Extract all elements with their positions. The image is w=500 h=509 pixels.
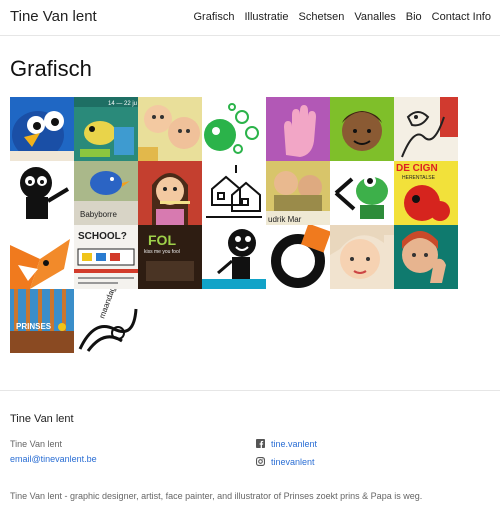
instagram-handle: tinevanlent xyxy=(271,457,315,467)
gallery-tile-boy-face[interactable] xyxy=(330,97,394,161)
facebook-link[interactable]: tine.vanlent xyxy=(256,439,317,449)
gallery-tile-black-figure[interactable] xyxy=(202,225,266,289)
nav-item-contact-info[interactable]: Contact Info xyxy=(432,11,491,23)
gallery-tile-prinses[interactable]: PRINSES xyxy=(10,289,74,353)
tile-text-children: udrik Mar xyxy=(268,215,302,224)
tile-subtext-fol: kiss me you fool xyxy=(144,249,180,255)
nav-item-grafisch[interactable]: Grafisch xyxy=(194,11,235,23)
footer-name: Tine Van lent xyxy=(10,439,63,449)
instagram-link[interactable]: tinevanlent xyxy=(256,457,315,467)
gallery-grid: 14 — 22 ju Babyborre udrik Mar DE CIGN HE… xyxy=(10,97,458,353)
footer-email-link[interactable]: email@tinevanlent.be xyxy=(10,454,97,464)
main-nav: Grafisch Illustratie Schetsen Vanalles Bio Co… xyxy=(184,11,492,23)
gallery-tile-house-drawing[interactable] xyxy=(202,161,266,225)
nav-item-schetsen[interactable]: Schetsen xyxy=(299,11,345,23)
gallery-tile-poster-14-juni[interactable]: 14 — 22 ju xyxy=(74,97,138,161)
gallery-tile-school-poster[interactable]: SCHOOL? xyxy=(74,225,138,289)
gallery-tile-orange-circle[interactable] xyxy=(266,225,330,289)
gallery-tile-orange-fox[interactable] xyxy=(10,225,74,289)
nav-item-bio[interactable]: Bio xyxy=(406,11,422,23)
gallery-tile-babyborre[interactable]: Babyborre xyxy=(74,161,138,225)
tile-text-prinses: PRINSES xyxy=(16,322,52,331)
site-brand[interactable]: Tine Van lent xyxy=(10,8,97,25)
top-navbar: Tine Van lent Grafisch Illustratie Schetse… xyxy=(0,0,500,36)
gallery-tile-girl-flute[interactable] xyxy=(138,161,202,225)
facebook-icon xyxy=(256,439,265,448)
gallery-tile-green-frog[interactable] xyxy=(330,161,394,225)
gallery-tile-girl-teal[interactable] xyxy=(394,225,458,289)
facebook-handle: tine.vanlent xyxy=(271,439,318,449)
instagram-icon xyxy=(256,457,265,466)
gallery-tile-blue-bird[interactable] xyxy=(10,97,74,161)
gallery-tile-pink-hand[interactable] xyxy=(266,97,330,161)
gallery-tile-baby-faces[interactable] xyxy=(138,97,202,161)
tile-text-fol: FOL xyxy=(148,232,176,248)
gallery-tile-sketch-red[interactable] xyxy=(394,97,458,161)
footer-tagline: Tine Van lent - graphic designer, artist… xyxy=(10,491,423,501)
gallery-tile-children-yellow[interactable]: udrik Mar xyxy=(266,161,330,225)
nav-item-vanalles[interactable]: Vanalles xyxy=(354,11,395,23)
gallery-tile-maandag[interactable]: maandag xyxy=(74,289,138,353)
gallery-tile-green-bubbles[interactable] xyxy=(202,97,266,161)
tile-subtext-poster: HERENTALSE xyxy=(402,175,436,181)
gallery-tile-poster-red-yellow[interactable]: DE CIGN HERENTALSE xyxy=(394,161,458,225)
tile-text-school: SCHOOL? xyxy=(78,231,127,242)
svg-text:14 — 22 ju: 14 — 22 ju xyxy=(108,101,137,107)
site-footer: Tine Van lent Tine Van lent email@tineva… xyxy=(0,390,500,509)
nav-item-illustratie[interactable]: Illustratie xyxy=(244,11,288,23)
gallery-tile-black-creature[interactable] xyxy=(10,161,74,225)
gallery-tile-girl-face[interactable] xyxy=(330,225,394,289)
tile-text-poster: DE CIGN xyxy=(396,163,438,174)
tile-text-babyborre: Babyborre xyxy=(80,210,117,219)
footer-title: Tine Van lent xyxy=(10,413,74,425)
gallery-tile-fol-dark[interactable]: FOL kiss me you fool xyxy=(138,225,202,289)
page-title: Grafisch xyxy=(10,56,92,81)
